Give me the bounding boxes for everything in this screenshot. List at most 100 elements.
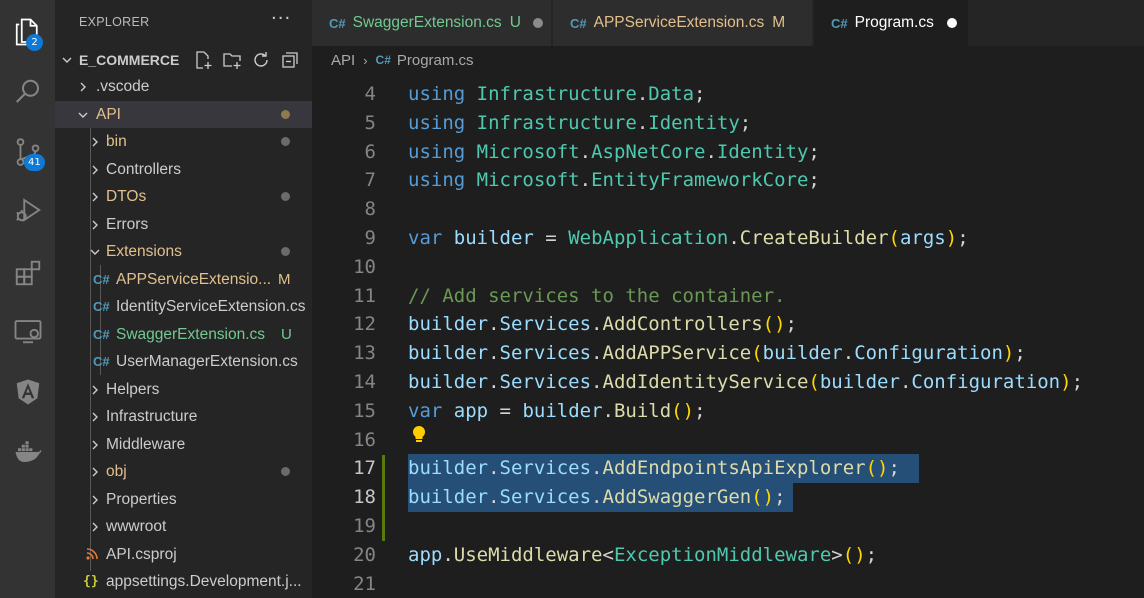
code-text: var app = builder.Build(); [408, 397, 706, 426]
chevron-right-icon: › [363, 52, 368, 68]
code-line[interactable]: 20 app.UseMiddleware<ExceptionMiddleware>… [312, 541, 1144, 570]
code-editor[interactable]: using 4using Infrastructure.Data;5using … [312, 74, 1144, 598]
code-token: AddSwaggerGen [602, 486, 752, 509]
breadcrumb-folder[interactable]: API [331, 52, 355, 69]
code-token: WebApplication [568, 227, 729, 249]
tree-item-label: Controllers [106, 160, 181, 178]
code-line[interactable]: 18 builder.Services.AddSwaggerGen(); [312, 483, 1144, 512]
tree-item-properties[interactable]: Properties [55, 486, 312, 513]
code-token: ; [739, 111, 752, 134]
tab-program[interactable]: C# Program.cs [814, 0, 969, 46]
tree-item-middleware[interactable]: Middleware [55, 431, 312, 458]
code-line[interactable]: 21 [312, 570, 1144, 598]
code-text: builder.Services.AddSwaggerGen(); [408, 483, 786, 512]
tree-item-controllers[interactable]: Controllers [55, 156, 312, 183]
docker-icon[interactable] [0, 426, 55, 478]
code-line[interactable]: 13 builder.Services.AddAPPService(builder… [312, 339, 1144, 368]
code-line[interactable]: 15 var app = builder.Build(); [312, 397, 1144, 426]
angular-icon[interactable] [0, 366, 55, 418]
tree-item-label: bin [106, 132, 127, 150]
tree-item-infrastructure[interactable]: Infrastructure [55, 403, 312, 430]
code-line[interactable]: 9 var builder = WebApplication.CreateBuil… [312, 224, 1144, 253]
tree-item-api[interactable]: API [55, 101, 312, 128]
code-token: // Add services to the container. [408, 284, 786, 307]
tree-item-swaggerextension[interactable]: C# SwaggerExtension.cs U [55, 321, 312, 348]
code-token: . [579, 140, 592, 163]
code-text: builder.Services.AddIdentityService(buil… [408, 368, 1083, 397]
refresh-icon[interactable] [251, 50, 271, 70]
root-label: E_COMMERCE [79, 51, 180, 68]
code-text: using Microsoft.EntityFrameworkCore; [408, 166, 820, 195]
breadcrumb-file[interactable]: Program.cs [397, 52, 474, 69]
code-token: using [408, 169, 466, 192]
tree-item-usermanagerextension[interactable]: C# UserManagerExtension.cs [55, 348, 312, 375]
remote-explorer-icon[interactable] [0, 305, 55, 357]
tree-item-api-csproj[interactable]: API.csproj [55, 541, 312, 568]
code-line[interactable]: 4 using Infrastructure.Data; [312, 80, 1144, 109]
tree-item-label: .vscode [96, 77, 150, 95]
code-token: Identity [716, 140, 809, 163]
tree-root[interactable]: E_COMMERCE [55, 46, 312, 73]
new-folder-icon[interactable] [222, 50, 242, 70]
chevron-right-icon [92, 467, 98, 477]
code-line[interactable]: 8 [312, 195, 1144, 224]
run-debug-icon[interactable] [0, 184, 55, 236]
collapse-all-icon[interactable] [280, 50, 300, 70]
line-number: 16 [353, 428, 376, 451]
code-token: builder [408, 457, 489, 480]
tree-item-vscode[interactable]: .vscode [55, 73, 312, 100]
tree-item-errors[interactable]: Errors [55, 211, 312, 238]
unsaved-dot-icon[interactable] [946, 18, 957, 28]
code-line[interactable]: 10 [312, 253, 1144, 282]
files-badge: 2 [26, 34, 43, 51]
more-actions-icon[interactable]: ··· [271, 8, 291, 29]
code-token: ; [808, 169, 820, 192]
extensions-icon[interactable] [0, 247, 55, 299]
code-token: () [865, 457, 889, 480]
code-token: builder [408, 486, 489, 509]
tree-item-label: API.csproj [106, 545, 177, 563]
code-line[interactable]: 16 [312, 426, 1144, 455]
status-dot [281, 137, 290, 146]
line-number: 8 [364, 198, 376, 221]
explorer-sidebar: EXPLORER ··· E_COMMERCE .vscode API bin … [55, 0, 312, 598]
code-line[interactable]: 17 builder.Services.AddEndpointsApiExplor… [312, 454, 1144, 483]
code-token: AddControllers [602, 313, 763, 336]
code-text: using Infrastructure.Identity; [408, 109, 751, 138]
tree-item-obj[interactable]: obj [55, 458, 312, 485]
code-line[interactable]: 14 builder.Services.AddIdentityService(bu… [312, 368, 1144, 397]
code-line[interactable]: 11 // Add services to the container. [312, 282, 1144, 311]
tree-item-bin[interactable]: bin [55, 128, 312, 155]
code-line[interactable]: 19 [312, 512, 1144, 541]
code-text: using Infrastructure.Data; [408, 80, 705, 109]
source-control-icon[interactable]: 41 [0, 126, 55, 178]
tree-item-wwwroot[interactable]: wwwroot [55, 513, 312, 540]
tree-item-helpers[interactable]: Helpers [55, 376, 312, 403]
code-token: . [591, 371, 603, 393]
tree-item-appserviceextension[interactable]: C# APPServiceExtensio... M [55, 266, 312, 293]
tree-item-extensions[interactable]: Extensions [55, 238, 312, 265]
code-token: . [591, 342, 603, 365]
unsaved-dot-icon[interactable] [532, 18, 543, 28]
tree-item-identityserviceextension[interactable]: C# IdentityServiceExtension.cs [55, 293, 312, 320]
tab-label: Program.cs [854, 14, 934, 31]
code-line[interactable]: 7 using Microsoft.EntityFrameworkCore; [312, 166, 1144, 195]
code-token: Services [499, 457, 592, 480]
code-line[interactable]: 5 using Infrastructure.Identity; [312, 109, 1144, 138]
new-file-icon[interactable] [193, 50, 213, 70]
tree-item-dtos[interactable]: DTOs [55, 183, 312, 210]
code-token: . [488, 486, 500, 509]
files-icon[interactable]: 2 [0, 6, 55, 58]
code-line[interactable]: 6 using Microsoft.AspNetCore.Identity; [312, 138, 1144, 167]
tree-item-appsettings-development[interactable]: {} appsettings.Development.j... [55, 568, 312, 595]
explorer-actions [193, 46, 309, 73]
code-token: Infrastructure [476, 111, 637, 134]
code-line[interactable]: 12 builder.Services.AddControllers(); [312, 310, 1144, 339]
code-token: Infrastructure [476, 83, 637, 105]
code-token: ; [1071, 371, 1084, 393]
search-icon[interactable] [0, 66, 55, 118]
tab-swaggerextension[interactable]: C# SwaggerExtension.cs U [312, 0, 552, 46]
chevron-right-icon [92, 385, 98, 395]
activity-bar: 2 41 [0, 0, 55, 598]
tab-appserviceextension[interactable]: C# APPServiceExtension.cs M [553, 0, 813, 46]
